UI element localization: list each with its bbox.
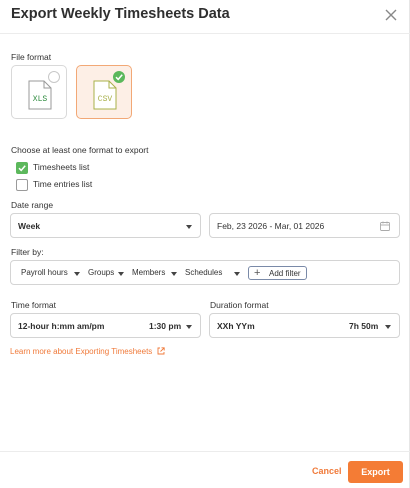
chevron-down-icon bbox=[118, 272, 124, 276]
export-choice-label: Choose at least one format to export bbox=[11, 145, 149, 155]
csv-file-label: CSV bbox=[98, 95, 113, 104]
time-entries-list-label: Time entries list bbox=[33, 179, 93, 189]
date-range-label: Date range bbox=[11, 200, 54, 210]
export-button[interactable]: Export bbox=[348, 461, 403, 483]
chevron-down-icon bbox=[171, 272, 177, 276]
time-format-select[interactable]: 12-hour h:mm am/pm 1:30 pm bbox=[10, 313, 201, 338]
chevron-down-icon bbox=[74, 272, 80, 276]
close-icon[interactable] bbox=[384, 8, 398, 22]
period-select[interactable]: Week bbox=[10, 213, 201, 238]
footer-divider bbox=[0, 451, 410, 452]
duration-format-label: Duration format bbox=[210, 300, 269, 310]
dialog-header: Export Weekly Timesheets Data bbox=[0, 0, 410, 34]
cancel-button[interactable]: Cancel bbox=[312, 466, 342, 476]
add-filter-label: Add filter bbox=[269, 269, 301, 278]
check-icon bbox=[18, 165, 26, 172]
filter-bar: Payroll hours Groups Members Schedules +… bbox=[10, 260, 400, 285]
learn-more-link[interactable]: Learn more about Exporting Timesheets bbox=[10, 347, 165, 356]
time-format-example: 1:30 pm bbox=[149, 321, 182, 331]
timesheets-list-checkbox[interactable] bbox=[16, 162, 28, 174]
xls-file-label: XLS bbox=[33, 95, 48, 104]
learn-more-text: Learn more about Exporting Timesheets bbox=[10, 347, 153, 356]
date-range-value: Feb, 23 2026 - Mar, 01 2026 bbox=[217, 221, 325, 231]
filter-schedules[interactable]: Schedules bbox=[185, 268, 222, 277]
timesheets-list-label: Timesheets list bbox=[33, 162, 90, 172]
export-dialog: Export Weekly Timesheets Data File forma… bbox=[0, 0, 410, 488]
filter-label: Filter by: bbox=[11, 247, 44, 257]
date-range-picker[interactable]: Feb, 23 2026 - Mar, 01 2026 bbox=[209, 213, 400, 238]
time-format-value: 12-hour h:mm am/pm bbox=[18, 321, 105, 331]
chevron-down-icon bbox=[186, 225, 192, 229]
filter-payroll-hours[interactable]: Payroll hours bbox=[21, 268, 68, 277]
chevron-down-icon bbox=[385, 325, 391, 329]
filter-members[interactable]: Members bbox=[132, 268, 165, 277]
duration-format-example: 7h 50m bbox=[349, 321, 379, 331]
chevron-down-icon bbox=[234, 272, 240, 276]
filter-groups-label: Groups bbox=[88, 268, 115, 277]
add-filter-button[interactable]: + Add filter bbox=[248, 266, 307, 280]
filter-members-label: Members bbox=[132, 268, 166, 277]
file-format-label: File format bbox=[11, 52, 52, 62]
plus-icon: + bbox=[254, 267, 261, 279]
calendar-icon[interactable] bbox=[380, 221, 390, 231]
duration-format-select[interactable]: XXh YYm 7h 50m bbox=[209, 313, 400, 338]
format-option-xls[interactable]: XLS bbox=[11, 65, 67, 119]
chevron-down-icon bbox=[186, 325, 192, 329]
xls-file-icon: XLS bbox=[28, 80, 52, 110]
time-entries-list-checkbox[interactable] bbox=[16, 179, 28, 191]
dialog-title: Export Weekly Timesheets Data bbox=[11, 6, 230, 22]
time-format-label: Time format bbox=[11, 300, 57, 310]
filter-groups[interactable]: Groups bbox=[88, 268, 114, 277]
duration-format-value: XXh YYm bbox=[217, 321, 255, 331]
csv-file-icon: CSV bbox=[93, 80, 117, 110]
filter-schedules-label: Schedules bbox=[185, 268, 223, 277]
format-option-csv[interactable]: CSV bbox=[76, 65, 132, 119]
filter-payroll-hours-label: Payroll hours bbox=[21, 268, 68, 277]
period-value: Week bbox=[18, 221, 41, 231]
external-link-icon bbox=[157, 347, 165, 355]
